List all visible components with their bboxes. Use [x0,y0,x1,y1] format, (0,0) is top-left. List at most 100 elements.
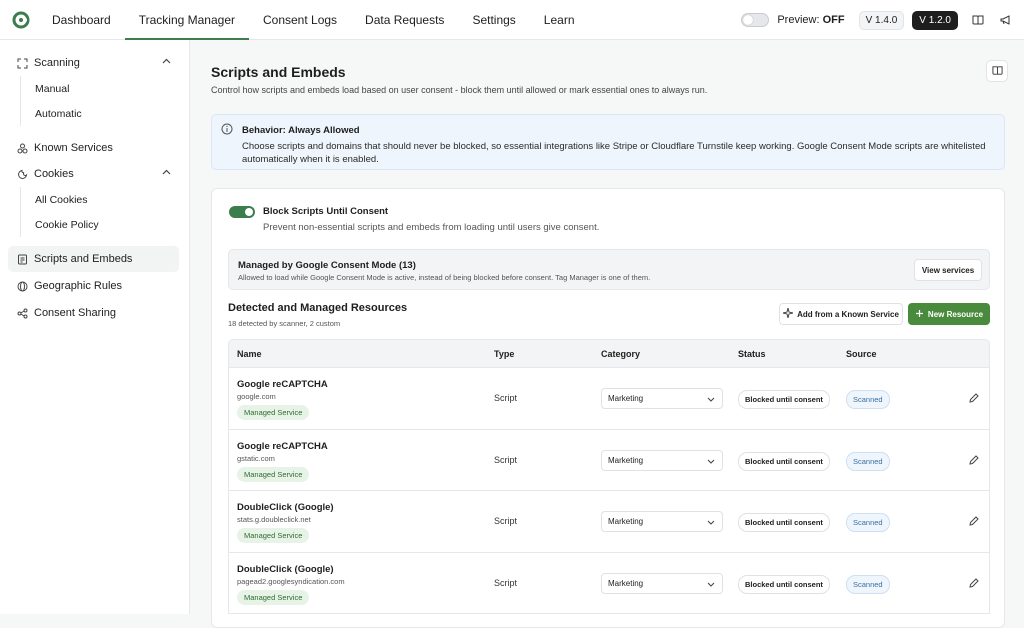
category-select[interactable]: Marketing [601,572,723,594]
managed-service-badge: Managed Service [237,589,310,605]
sparkle-icon [782,307,794,320]
resources-subtitle: 18 detected by scanner, 2 custom [228,319,341,328]
table-row: Google reCAPTCHA google.com Managed Serv… [228,368,990,430]
sidebar-item-cookie-policy[interactable]: Cookie Policy [35,212,189,237]
edit-icon[interactable] [968,515,980,527]
source-badge: Scanned [846,574,890,594]
top-bar: Dashboard Tracking Manager Consent Logs … [0,0,1024,40]
column-header-name: Name [237,349,262,359]
table-row: Google reCAPTCHA gstatic.com Managed Ser… [228,429,990,491]
edit-icon[interactable] [968,392,980,404]
services-icon [16,142,28,154]
page-title: Scripts and Embeds [211,64,346,80]
source-badge: Scanned [846,390,890,409]
new-resource-button[interactable]: New Resource [908,303,990,325]
globe-icon [16,280,28,292]
source-badge: Scanned [846,513,890,532]
resource-name: Google reCAPTCHA [237,440,328,452]
view-services-button[interactable]: View services [914,259,982,281]
resource-type: Script [494,516,518,526]
chevron-down-icon [707,395,715,405]
managed-service-badge: Managed Service [237,405,310,420]
status-badge: Blocked until consent [738,513,830,532]
status-badge: Blocked until consent [738,390,830,409]
chevron-up-icon[interactable] [162,168,171,180]
sidebar-item-automatic[interactable]: Automatic [35,101,189,126]
sidebar-item-scripts-embeds[interactable]: Scripts and Embeds [8,246,179,272]
edit-icon[interactable] [968,454,980,466]
script-icon [16,253,28,265]
book-icon [991,64,1003,79]
nav-learn[interactable]: Learn [530,0,589,40]
column-header-category: Category [601,349,641,359]
resource-type: Script [494,393,518,403]
sidebar-item-cookies[interactable]: Cookies [0,161,179,187]
share-icon [16,307,28,319]
preview-toggle[interactable] [741,13,770,27]
column-header-type: Type [494,349,515,359]
block-scripts-desc: Prevent non-essential scripts and embeds… [263,222,600,233]
resource-name: Google reCAPTCHA [237,379,328,390]
megaphone-icon[interactable] [998,12,1014,28]
cookie-icon [16,168,28,180]
gcm-desc: Allowed to load while Google Consent Mod… [238,273,651,282]
sidebar-item-consent-sharing[interactable]: Consent Sharing [0,300,179,326]
table-row: DoubleClick (Google) stats.g.doubleclick… [228,491,990,553]
category-select[interactable]: Marketing [601,449,723,471]
resource-domain: google.com [237,392,276,401]
info-icon [221,123,233,135]
edit-icon[interactable] [968,577,980,589]
resource-name: DoubleClick (Google) [237,502,334,513]
behavior-info-box: Behavior: Always Allowed Choose scripts … [211,114,1005,170]
resources-table: Name Type Category Status Source Google … [228,339,990,614]
sidebar-item-known-services[interactable]: Known Services [0,135,179,161]
resource-domain: gstatic.com [237,453,275,463]
chevron-down-icon [707,518,715,528]
block-scripts-toggle[interactable] [229,206,255,218]
source-badge: Scanned [846,451,890,471]
sidebar: Scanning Manual Automatic Known Services… [0,40,190,614]
nav-settings[interactable]: Settings [458,0,529,40]
managed-service-badge: Managed Service [237,528,310,543]
book-icon[interactable] [970,12,986,28]
nav-data-requests[interactable]: Data Requests [351,0,458,40]
sidebar-item-geographic-rules[interactable]: Geographic Rules [0,273,179,299]
sidebar-item-all-cookies[interactable]: All Cookies [35,187,189,212]
page-subtitle: Control how scripts and embeds load base… [211,85,708,95]
logo-icon[interactable] [12,11,30,29]
status-badge: Blocked until consent [738,574,830,594]
chevron-down-icon [707,457,715,467]
resource-domain: stats.g.doubleclick.net [237,515,311,524]
scripts-card: Block Scripts Until Consent Prevent non-… [211,188,1005,628]
table-row: DoubleClick (Google) pagead2.googlesyndi… [228,552,990,614]
cookies-submenu: All Cookies Cookie Policy [20,187,189,237]
gcm-managed-box: Managed by Google Consent Mode (13) Allo… [228,249,990,290]
chevron-up-icon[interactable] [162,57,171,69]
add-known-service-button[interactable]: Add from a Known Service [779,303,903,325]
app-version-badge: V 1.2.0 [912,10,958,30]
sidebar-item-scanning[interactable]: Scanning [0,50,179,76]
scanning-submenu: Manual Automatic [20,76,189,126]
docs-button[interactable] [986,60,1008,82]
managed-service-badge: Managed Service [237,466,310,482]
resources-title: Detected and Managed Resources [228,302,408,314]
category-select[interactable]: Marketing [601,388,723,409]
resource-type: Script [494,454,518,465]
category-select[interactable]: Marketing [601,511,723,532]
column-header-source: Source [846,349,877,359]
nav-dashboard[interactable]: Dashboard [38,0,125,40]
plugin-version-badge: V 1.4.0 [858,10,905,30]
chevron-down-icon [707,580,715,590]
resource-domain: pagead2.googlesyndication.com [237,576,345,586]
column-header-status: Status [738,349,766,359]
preview-status: Preview: OFF [777,14,845,26]
nav-tracking-manager[interactable]: Tracking Manager [124,0,249,40]
block-scripts-title: Block Scripts Until Consent [263,206,389,217]
resource-type: Script [494,577,518,588]
sidebar-item-manual[interactable]: Manual [35,76,189,101]
table-header: Name Type Category Status Source [228,339,990,368]
resource-name: DoubleClick (Google) [237,563,334,575]
nav-consent-logs[interactable]: Consent Logs [249,0,351,40]
gcm-title: Managed by Google Consent Mode (13) [238,260,416,271]
info-text: Choose scripts and domains that should n… [242,141,986,165]
